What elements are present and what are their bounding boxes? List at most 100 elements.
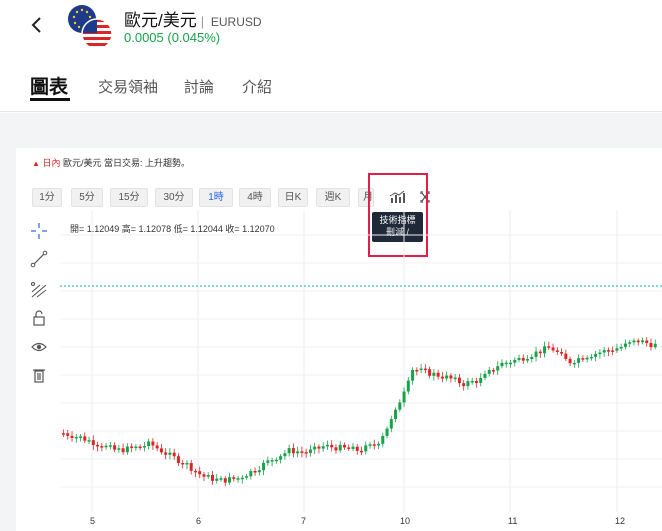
back-button[interactable] [26,10,48,40]
currency-flags [66,4,116,50]
timeframe-5m-button[interactable]: 5分 [71,188,103,207]
candle-body [325,444,329,447]
x-tick-label: 7 [301,516,307,526]
candle-body [581,358,585,360]
candle-body [308,449,312,453]
candle-body [547,346,551,348]
candle-body [394,409,398,420]
candle-body [83,436,87,441]
candle-body [649,342,653,348]
candle-body [296,451,300,454]
visibility-tool[interactable] [30,338,48,356]
candle-body [589,356,593,359]
candle-body [530,356,534,360]
pair-separator: | [200,14,205,29]
candle-body [636,340,640,343]
candle-body [321,446,325,449]
trash-icon [33,369,45,383]
candle-body [491,370,495,372]
candle-body [496,366,500,371]
pair-code: EURUSD [210,15,262,29]
trendline-tool[interactable] [30,250,48,268]
candle-body [377,443,381,446]
pair-name: 歐元/美元 [124,11,197,30]
candle-body [138,446,142,449]
candle-body [640,340,644,343]
tab-intro[interactable]: 介紹 [242,76,272,97]
candle-body [74,436,78,439]
candle-body [287,448,291,454]
timeframe-1m-button[interactable]: 1分 [32,188,62,207]
x-tick-label: 10 [400,516,411,526]
candle-body [202,474,206,477]
candle-body [411,369,415,381]
timeframe-4h-button[interactable]: 4時 [239,188,271,207]
candle-body [521,357,525,361]
candle-body [653,343,657,348]
candle-body [526,359,530,361]
candle-body [560,351,564,354]
pair-title: 歐元/美元 | EURUSD [124,6,262,31]
fibonacci-tool[interactable] [30,281,48,299]
candle-body [62,433,65,435]
candle-body [151,441,155,446]
candle-body [585,357,589,360]
x-tick-label: 11 [508,516,518,526]
candle-body [185,462,189,465]
delete-tool[interactable] [30,366,48,384]
candle-body [602,350,606,353]
candle-body [172,452,176,457]
candle-body [611,350,615,352]
candle-body [474,380,478,383]
candle-body [270,460,274,462]
candle-body [543,346,547,354]
timeframe-1h-button[interactable]: 1時 [199,188,233,207]
fibonacci-icon [30,281,47,298]
chart-info-line: ▲ 日內 歐元/美元 當日交易: 上升趨勢。 [32,156,190,169]
candle-body [108,445,112,447]
candle-body [304,452,308,454]
candle-body [147,441,151,447]
tab-discussion[interactable]: 討論 [184,76,214,97]
candle-body [594,353,598,357]
candle-body [572,362,576,365]
candle-body [487,370,491,374]
candle-body [645,340,649,343]
candle-body [164,452,168,455]
x-tick-label: 12 [615,516,626,526]
timeframe-day-button[interactable]: 日K [278,188,308,207]
candle-body [466,381,470,387]
crosshair-tool[interactable] [30,222,48,240]
candle-body [445,375,449,379]
candle-body [330,444,334,448]
candle-body [232,477,236,479]
candle-body [479,377,483,383]
candle-body [598,352,602,355]
candle-body [219,478,223,480]
candle-body [181,462,185,465]
tab-trade-leaders[interactable]: 交易領袖 [98,76,158,97]
candle-body [517,357,521,360]
tab-chart[interactable]: 圖表 [30,72,68,99]
candle-body [215,478,219,481]
candle-body [79,436,83,438]
candle-body [500,362,504,367]
candle-body [96,444,100,447]
candle-body [130,446,134,448]
lock-tool[interactable] [30,309,48,327]
candle-body [223,478,227,483]
x-tick-label: 5 [90,516,96,526]
candle-body [317,446,321,449]
timeframe-15m-button[interactable]: 15分 [110,188,148,207]
app-header: 歐元/美元 | EURUSD 0.0005 (0.045%) [0,0,662,56]
candle-body [534,351,538,357]
timeframe-week-button[interactable]: 週K [316,188,350,207]
candle-body [538,351,542,354]
timeframe-30m-button[interactable]: 30分 [155,188,193,207]
candle-body [619,346,623,349]
price-chart[interactable] [60,210,662,512]
candle-body [70,435,74,439]
candle-body [504,362,508,365]
candle-body [351,446,355,449]
candle-body [142,446,146,448]
